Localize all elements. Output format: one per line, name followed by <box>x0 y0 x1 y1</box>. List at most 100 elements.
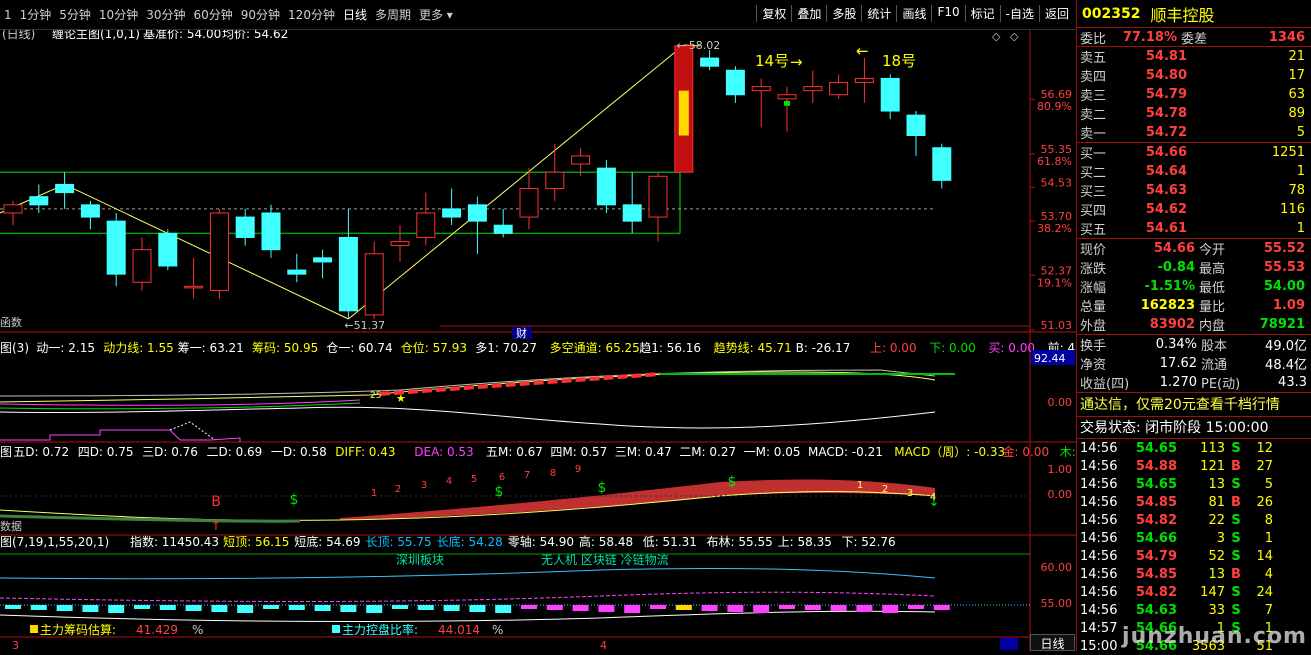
stat-row: 总量 162823 量比 1.09 <box>1077 296 1311 315</box>
tick-time: 14:56 <box>1080 476 1118 492</box>
sub3-field: 低: 51.31 <box>643 535 697 549</box>
control-unit: % <box>492 623 503 637</box>
committee-diff: 1346 <box>1268 29 1305 45</box>
tool-button-1[interactable]: 叠加 <box>791 5 826 22</box>
chart-svg[interactable]: (日线) 缠论主图(1,0,1) 基准价: 54.00 均价: 54.62 ◇ ◇56.6… <box>0 30 1076 651</box>
sub1-field: 多1: 70.27 <box>475 341 537 355</box>
sub3-field: 长底: 54.28 <box>437 534 503 549</box>
bottom-period-tab[interactable]: 日线 <box>1030 634 1075 651</box>
buy-row: 买三 54.63 78 <box>1077 181 1311 200</box>
candle-body <box>829 82 849 96</box>
sell-label: 卖二 <box>1080 108 1107 123</box>
sub3-bar <box>5 605 21 609</box>
tick-count: 8 <box>1264 512 1273 528</box>
chip-label: 主力筹码估算: <box>40 622 116 637</box>
period-item-5[interactable]: 90分钟 <box>237 6 284 23</box>
tick-row: 14:56 54.85 81 B 26 <box>1077 493 1311 511</box>
stat-value-2: 54.00 <box>1263 279 1305 294</box>
period-item-4[interactable]: 60分钟 <box>189 6 236 23</box>
candle-highlight <box>678 90 689 136</box>
sub3-bar <box>624 605 641 613</box>
stock-name[interactable]: 顺丰控股 <box>1150 2 1214 26</box>
sub3-bar <box>882 605 899 613</box>
stat2-label: 换手 <box>1080 339 1107 354</box>
period-item-2[interactable]: 10分钟 <box>95 6 142 23</box>
period-item-0[interactable]: 1分钟 <box>16 6 56 23</box>
stat2-value: 17.62 <box>1159 356 1197 371</box>
sell-price: 54.72 <box>1145 125 1187 140</box>
count-number: 2 <box>395 484 401 495</box>
tool-buttons: 复权 叠加 多股 统计 画线 F10 标记 -自选 返回 <box>756 5 1074 22</box>
candle-body <box>648 175 668 218</box>
tick-volume: 147 <box>1200 584 1225 600</box>
period-item-8[interactable]: 多周期 <box>371 6 415 23</box>
axis-pct-label: 19.1% <box>1037 276 1072 289</box>
ad-banner[interactable]: 通达信，仅需20元查看千档行情 <box>1077 393 1311 417</box>
stat2-row: 换手 0.34% 股本 49.0亿 <box>1077 335 1311 354</box>
candle-body <box>364 253 384 316</box>
period-item-9[interactable]: 更多 ▾ <box>415 6 457 23</box>
tick-price: 54.66 <box>1135 530 1177 546</box>
tool-button-2[interactable]: 多股 <box>826 5 861 22</box>
tool-button-0[interactable]: 复权 <box>756 5 791 22</box>
tool-button-8[interactable]: 返回 <box>1038 5 1074 22</box>
period-toolbar: 1 1分钟 5分钟 10分钟 30分钟 60分钟 90分钟 120分钟 日线 多周期 更多 ▾ 复… <box>0 0 1076 30</box>
buy-orders: 买一 54.66 1251 买二 54.64 1 买三 54.63 78 买四 54.62 116 买五… <box>1077 143 1311 239</box>
count-number: 1 <box>371 488 377 499</box>
tick-row: 14:56 54.65 13 S 5 <box>1077 475 1311 493</box>
sub2-field: 四M: 0.57 <box>550 445 607 459</box>
chart-area[interactable]: (日线) 缠论主图(1,0,1) 基准价: 54.00 均价: 54.62 ◇ ◇ 56.6… <box>0 30 1076 651</box>
sub3-bar <box>830 605 847 611</box>
sell-volume: 21 <box>1288 49 1305 64</box>
sub2-axis-top: 1.00 <box>1048 463 1073 476</box>
candle-body <box>880 77 900 112</box>
period-item-3[interactable]: 30分钟 <box>142 6 189 23</box>
sub1-field: 仓位: 57.93 <box>401 340 467 355</box>
tick-time: 14:56 <box>1080 494 1118 510</box>
period-item-6[interactable]: 120分钟 <box>284 6 339 23</box>
buy-price: 54.62 <box>1145 202 1187 217</box>
sell-volume: 89 <box>1288 106 1305 121</box>
stat2-value: 1.270 <box>1159 375 1197 390</box>
sub3-bar <box>908 605 924 609</box>
count-number: 9 <box>575 464 581 475</box>
tick-price: 54.79 <box>1135 548 1177 564</box>
period-item-first[interactable]: 1 <box>0 8 16 22</box>
tick-time: 14:56 <box>1080 440 1118 456</box>
sub3-field: 短底: 54.69 <box>294 534 360 549</box>
buy-price: 54.61 <box>1145 221 1187 236</box>
tool-button-4[interactable]: 画线 <box>896 5 931 22</box>
axis-pct-label: 61.8% <box>1037 155 1072 168</box>
stat-label-2: 最低 <box>1199 281 1226 296</box>
tick-time: 14:56 <box>1080 458 1118 474</box>
tool-button-3[interactable]: 统计 <box>861 5 896 22</box>
sub2-axis-zero: 0.00 <box>1048 488 1073 501</box>
tick-row: 14:56 54.82 147 S 24 <box>1077 583 1311 601</box>
stock-code: 002352 <box>1082 5 1141 22</box>
sub3-bar <box>779 605 795 609</box>
signal-marker: $ <box>598 480 607 496</box>
tool-button-7[interactable]: -自选 <box>999 5 1039 22</box>
candle-body <box>3 204 23 214</box>
period-item-1[interactable]: 5分钟 <box>55 6 95 23</box>
sub3-bar <box>417 605 434 610</box>
boll-lower <box>0 610 936 623</box>
sub1-mark-label: 25 <box>370 391 381 401</box>
sub3-bar <box>366 605 383 613</box>
period-item-7[interactable]: 日线 <box>339 6 371 23</box>
sub3-bar <box>469 605 486 612</box>
candle-body <box>338 236 358 312</box>
tick-volume: 13 <box>1208 476 1225 492</box>
sub2-field: 三D: 0.76 <box>142 445 198 459</box>
stat-label: 涨跌 <box>1080 262 1107 277</box>
candle-body <box>235 216 255 238</box>
candle-body <box>313 257 333 263</box>
tool-button-5[interactable]: F10 <box>931 5 964 22</box>
sell-label: 卖一 <box>1080 127 1107 142</box>
sell-price: 54.80 <box>1145 68 1187 83</box>
buy-label: 买一 <box>1080 147 1107 162</box>
tick-count: 4 <box>1264 566 1273 582</box>
chip-value: 41.429 <box>136 623 178 637</box>
control-label: 主力控盘比率: <box>342 622 418 637</box>
tool-button-6[interactable]: 标记 <box>964 5 1000 22</box>
